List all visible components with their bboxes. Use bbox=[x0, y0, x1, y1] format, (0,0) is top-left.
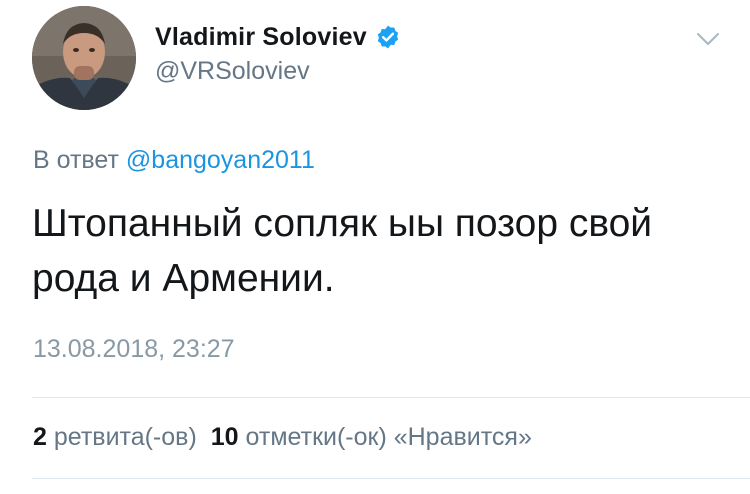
author-name-row[interactable]: Vladimir Soloviev bbox=[155, 20, 401, 54]
tweet-card: Vladimir Soloviev @VRSoloviev В ответ @b… bbox=[0, 0, 750, 494]
tweet-stats: 2 ретвита(-ов) 10 отметки(-ок) «Нравится» bbox=[33, 423, 532, 452]
tweet-timestamp[interactable]: 13.08.2018, 23:27 bbox=[33, 335, 235, 364]
verified-badge-icon bbox=[375, 24, 401, 50]
chevron-down-icon[interactable] bbox=[695, 30, 721, 48]
divider bbox=[32, 478, 750, 479]
reply-prefix: В ответ bbox=[33, 146, 119, 174]
tweet-text-line-1: Штопанный сопляк ыы позор свой bbox=[32, 202, 653, 245]
reply-context: В ответ @bangoyan2011 bbox=[33, 146, 315, 175]
user-handle[interactable]: @VRSoloviev bbox=[155, 57, 310, 86]
avatar-image bbox=[32, 6, 136, 110]
divider bbox=[32, 397, 750, 398]
retweets-stat[interactable]: 2 ретвита(-ов) bbox=[33, 423, 197, 451]
retweets-count: 2 bbox=[33, 423, 47, 451]
likes-label: отметки(-ок) «Нравится» bbox=[245, 423, 532, 451]
display-name[interactable]: Vladimir Soloviev bbox=[155, 23, 367, 52]
likes-count: 10 bbox=[210, 423, 239, 451]
avatar[interactable] bbox=[32, 6, 136, 110]
tweet-text: Штопанный сопляк ыы позор свой рода и Ар… bbox=[32, 196, 712, 306]
retweets-label: ретвита(-ов) bbox=[53, 423, 197, 451]
reply-mention-link[interactable]: @bangoyan2011 bbox=[126, 146, 315, 174]
tweet-text-line-2: рода и Армении. bbox=[32, 257, 335, 300]
likes-stat[interactable]: 10 отметки(-ок) «Нравится» bbox=[211, 423, 532, 451]
